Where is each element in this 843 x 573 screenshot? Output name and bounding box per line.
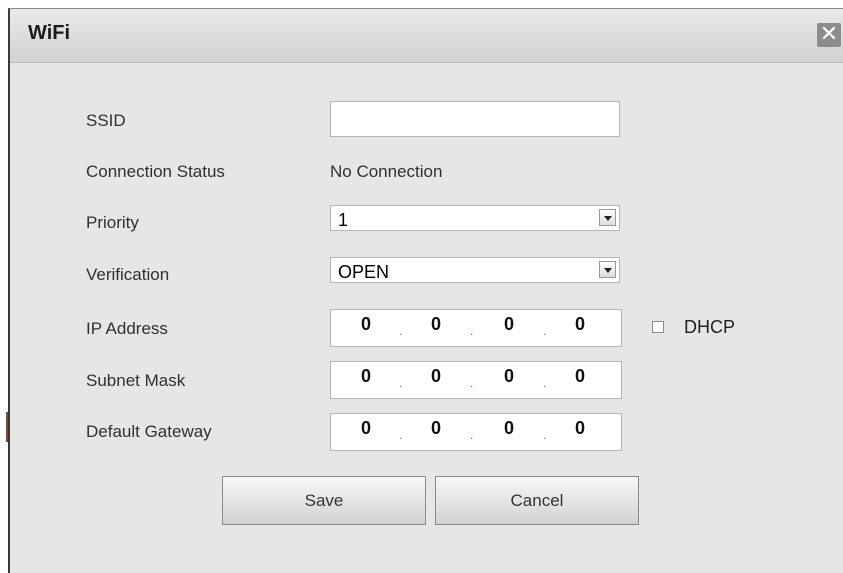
ip-address-label: IP Address bbox=[86, 319, 168, 338]
priority-selected-value: 1 bbox=[338, 210, 349, 230]
wifi-dialog: WiFi ✕ SSID Connection Status No Connect… bbox=[8, 8, 843, 573]
ip-separator: . bbox=[399, 324, 403, 338]
dhcp-checkbox[interactable] bbox=[652, 321, 664, 333]
verification-select[interactable]: OPEN bbox=[330, 257, 620, 283]
connection-status-value: No Connection bbox=[330, 162, 443, 181]
save-button[interactable]: Save bbox=[222, 476, 426, 525]
ip-octet[interactable]: 0 bbox=[575, 314, 585, 335]
subnet-octet[interactable]: 0 bbox=[361, 366, 371, 387]
priority-label: Priority bbox=[86, 213, 139, 232]
subnet-mask-label: Subnet Mask bbox=[86, 371, 186, 390]
gateway-octet[interactable]: 0 bbox=[431, 418, 441, 439]
default-gateway-field[interactable]: 0 . 0 . 0 . 0 bbox=[330, 413, 622, 451]
subnet-octet[interactable]: 0 bbox=[504, 366, 514, 387]
ip-separator: . bbox=[543, 376, 547, 390]
dialog-title: WiFi bbox=[28, 22, 71, 44]
dhcp-label: DHCP bbox=[684, 317, 736, 337]
ssid-label: SSID bbox=[86, 111, 126, 130]
ip-separator: . bbox=[543, 428, 547, 442]
ip-octet[interactable]: 0 bbox=[504, 314, 514, 335]
ip-separator: . bbox=[470, 428, 474, 442]
ssid-input[interactable] bbox=[330, 101, 620, 137]
ip-separator: . bbox=[470, 376, 474, 390]
close-icon: ✕ bbox=[819, 22, 839, 47]
subnet-octet[interactable]: 0 bbox=[431, 366, 441, 387]
subnet-octet[interactable]: 0 bbox=[575, 366, 585, 387]
cancel-button[interactable]: Cancel bbox=[435, 476, 639, 525]
gateway-octet[interactable]: 0 bbox=[361, 418, 371, 439]
gateway-octet[interactable]: 0 bbox=[504, 418, 514, 439]
ip-separator: . bbox=[543, 324, 547, 338]
priority-select[interactable]: 1 bbox=[330, 205, 620, 231]
ip-address-field[interactable]: 0 . 0 . 0 . 0 bbox=[330, 309, 622, 347]
ip-separator: . bbox=[470, 324, 474, 338]
ip-octet[interactable]: 0 bbox=[361, 314, 371, 335]
close-button[interactable]: ✕ bbox=[817, 23, 841, 47]
subnet-mask-field[interactable]: 0 . 0 . 0 . 0 bbox=[330, 361, 622, 399]
verification-selected-value: OPEN bbox=[338, 262, 390, 282]
chevron-down-icon[interactable] bbox=[599, 209, 616, 226]
ip-separator: . bbox=[399, 376, 403, 390]
dialog-titlebar[interactable]: WiFi ✕ bbox=[10, 9, 843, 63]
default-gateway-label: Default Gateway bbox=[86, 422, 212, 441]
ip-octet[interactable]: 0 bbox=[431, 314, 441, 335]
chevron-down-icon[interactable] bbox=[599, 261, 616, 278]
ip-separator: . bbox=[399, 428, 403, 442]
verification-label: Verification bbox=[86, 265, 170, 284]
gateway-octet[interactable]: 0 bbox=[575, 418, 585, 439]
connection-status-label: Connection Status bbox=[86, 162, 225, 181]
